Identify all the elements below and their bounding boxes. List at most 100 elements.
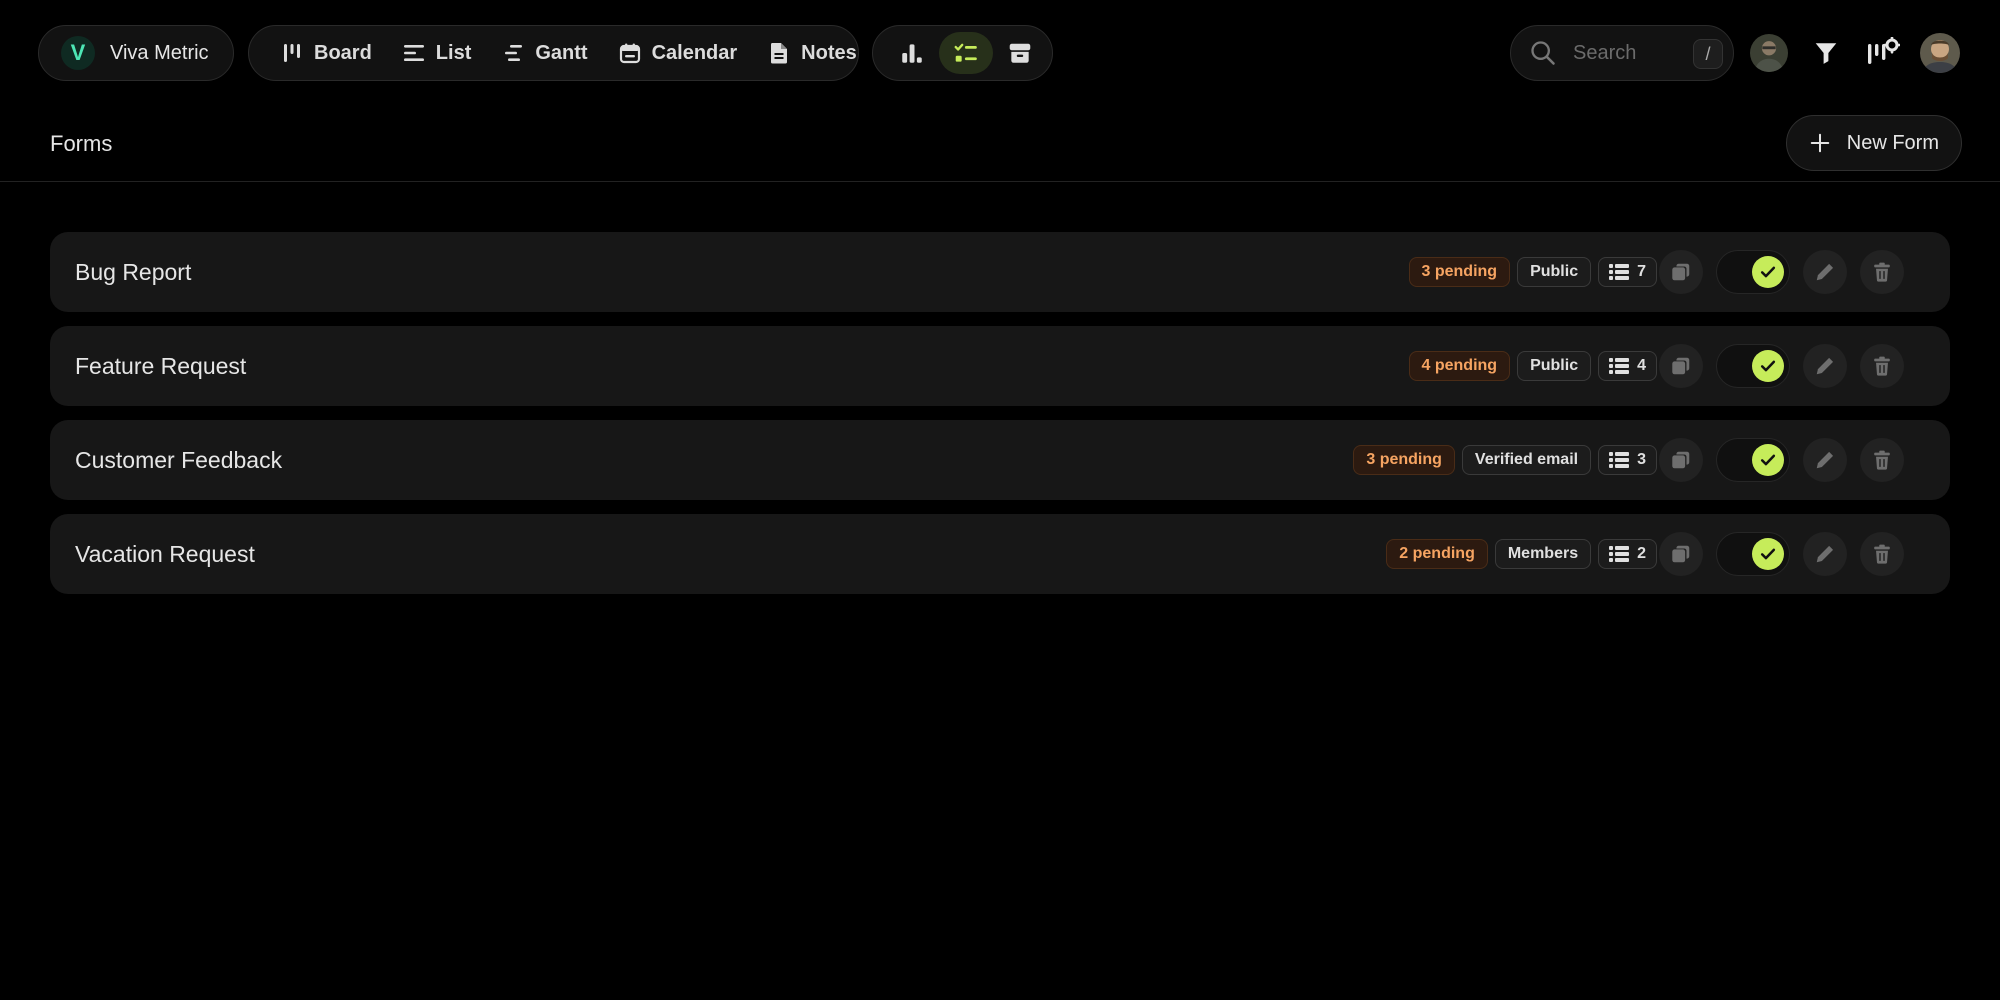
filter-button[interactable] [1804, 31, 1848, 75]
fields-list-icon [1609, 358, 1630, 374]
field-count: 7 [1637, 263, 1646, 280]
tab-gantt[interactable]: Gantt [490, 33, 598, 73]
field-count-badge: 4 [1598, 351, 1657, 381]
toggle-knob [1752, 256, 1784, 288]
edit-form-button[interactable] [1803, 344, 1847, 388]
pencil-icon [1816, 357, 1834, 375]
tab-gantt-label: Gantt [535, 41, 588, 64]
board-settings-button[interactable] [1861, 31, 1905, 75]
edit-form-button[interactable] [1803, 438, 1847, 482]
form-row-feature-request[interactable]: Feature Request 4 pending Public 4 [50, 326, 1950, 406]
calendar-icon [619, 43, 640, 64]
view-switcher: Board List Gantt Calendar Notes [248, 25, 859, 81]
pending-badge: 4 pending [1408, 351, 1511, 381]
field-count: 4 [1637, 357, 1646, 374]
toggle-knob [1752, 350, 1784, 382]
new-form-label: New Form [1846, 131, 1939, 154]
tab-list[interactable]: List [391, 33, 483, 73]
analytics-button[interactable] [885, 32, 939, 74]
form-name: Feature Request [75, 353, 247, 379]
form-row-customer-feedback[interactable]: Customer Feedback 3 pending Verified ema… [50, 420, 1950, 500]
board-icon [284, 44, 300, 62]
trash-icon [1874, 262, 1890, 282]
delete-form-button[interactable] [1860, 344, 1904, 388]
archive-icon [1009, 43, 1031, 63]
check-icon [1760, 266, 1776, 278]
workspace-avatar: V [61, 36, 95, 70]
form-meta: 3 pending Public 7 [1402, 257, 1657, 287]
filter-icon [1815, 43, 1837, 64]
tab-notes[interactable]: Notes [756, 33, 868, 73]
form-name: Customer Feedback [75, 447, 283, 473]
tab-board-label: Board [314, 41, 372, 64]
plus-icon [1810, 133, 1830, 153]
fields-list-icon [1609, 546, 1630, 562]
workspace-switcher[interactable]: V Viva Metric [38, 25, 234, 81]
form-actions [1659, 250, 1904, 294]
access-badge: Public [1517, 351, 1592, 381]
trash-icon [1874, 544, 1890, 564]
form-meta: 3 pending Verified email 3 [1346, 445, 1657, 475]
workspace-name: Viva Metric [110, 41, 209, 64]
toggle-knob [1752, 538, 1784, 570]
search-box: / [1510, 25, 1734, 81]
top-navigation-bar: V Viva Metric Board List Gantt Calendar … [38, 25, 1962, 81]
search-shortcut-key: / [1693, 39, 1723, 69]
form-actions [1659, 532, 1904, 576]
trash-icon [1874, 356, 1890, 376]
duplicate-form-button[interactable] [1659, 438, 1703, 482]
form-row-bug-report[interactable]: Bug Report 3 pending Public 7 [50, 232, 1950, 312]
copy-icon [1672, 545, 1690, 563]
form-actions [1659, 438, 1904, 482]
field-count-badge: 2 [1598, 539, 1657, 569]
duplicate-form-button[interactable] [1659, 532, 1703, 576]
tab-board[interactable]: Board [269, 33, 383, 73]
duplicate-form-button[interactable] [1659, 344, 1703, 388]
user-avatar-button[interactable] [1918, 31, 1962, 75]
form-enabled-toggle[interactable] [1716, 438, 1790, 482]
delete-form-button[interactable] [1860, 438, 1904, 482]
tab-calendar[interactable]: Calendar [607, 33, 749, 73]
list-icon [403, 45, 424, 61]
checklist-icon [954, 43, 977, 62]
field-count: 3 [1637, 451, 1646, 468]
gantt-icon [505, 45, 523, 61]
member-avatar-button[interactable] [1747, 31, 1791, 75]
trash-icon [1874, 450, 1890, 470]
form-enabled-toggle[interactable] [1716, 344, 1790, 388]
delete-form-button[interactable] [1860, 250, 1904, 294]
board-settings-icon [1868, 37, 1900, 64]
archive-button[interactable] [993, 32, 1047, 74]
notes-icon [771, 43, 788, 64]
forms-list: Bug Report 3 pending Public 7 Feature Re… [50, 232, 1950, 608]
field-count-badge: 7 [1598, 257, 1657, 287]
edit-form-button[interactable] [1803, 250, 1847, 294]
forms-button[interactable] [939, 32, 993, 74]
form-meta: 4 pending Public 4 [1402, 351, 1657, 381]
copy-icon [1672, 263, 1690, 281]
search-input[interactable] [1573, 41, 1683, 65]
access-badge: Public [1517, 257, 1592, 287]
form-name: Vacation Request [75, 541, 255, 567]
pencil-icon [1816, 545, 1834, 563]
fields-list-icon [1609, 452, 1630, 468]
check-icon [1760, 454, 1776, 466]
duplicate-form-button[interactable] [1659, 250, 1703, 294]
toggle-knob [1752, 444, 1784, 476]
pending-badge: 3 pending [1408, 257, 1511, 287]
delete-form-button[interactable] [1860, 532, 1904, 576]
search-icon [1531, 41, 1555, 65]
form-row-vacation-request[interactable]: Vacation Request 2 pending Members 2 [50, 514, 1950, 594]
pending-badge: 3 pending [1353, 445, 1455, 475]
form-enabled-toggle[interactable] [1716, 532, 1790, 576]
edit-form-button[interactable] [1803, 532, 1847, 576]
check-icon [1760, 548, 1776, 560]
bar-chart-icon [902, 44, 922, 63]
page-header: Forms New Form [0, 112, 2000, 182]
form-enabled-toggle[interactable] [1716, 250, 1790, 294]
member-avatar [1750, 34, 1788, 72]
field-count: 2 [1637, 545, 1646, 562]
new-form-button[interactable]: New Form [1785, 115, 1962, 171]
page-title: Forms [50, 131, 113, 156]
copy-icon [1672, 357, 1690, 375]
